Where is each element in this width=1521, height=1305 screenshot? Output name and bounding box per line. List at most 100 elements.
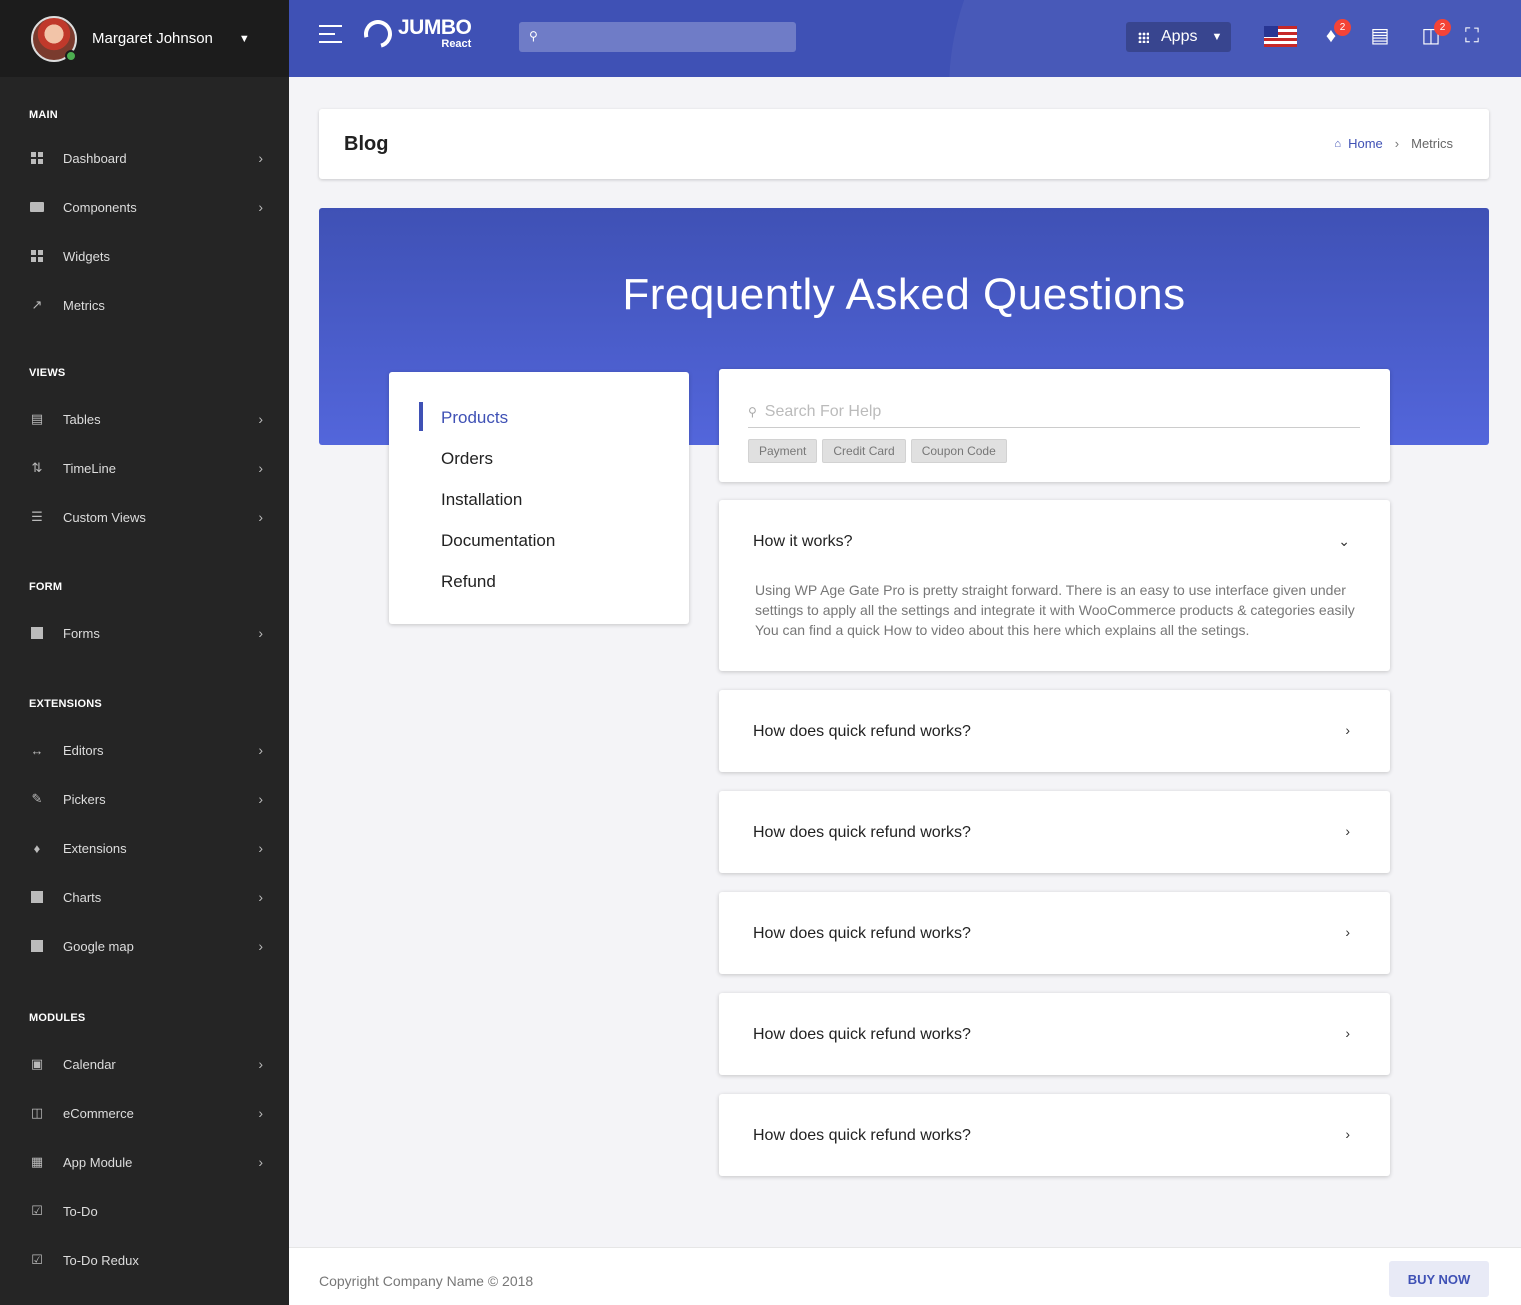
section-main: MAIN [29, 109, 58, 121]
sidebar-item-label: Charts [63, 889, 102, 905]
faq-item[interactable]: How does quick refund works? › [719, 892, 1390, 974]
breadcrumb-home-label: Home [1348, 136, 1383, 151]
sidebar-item-extensions[interactable]: ♦ Extensions › [0, 833, 289, 863]
faq-question[interactable]: How does quick refund works? [753, 1127, 971, 1145]
chevron-right-icon: › [258, 1105, 263, 1121]
app-module-icon: ▦ [30, 1154, 44, 1169]
chevron-right-icon: › [258, 938, 263, 954]
dashboard-icon [29, 150, 45, 166]
menu-icon[interactable] [319, 25, 342, 43]
category-documentation[interactable]: Documentation [441, 531, 555, 551]
tag-chip[interactable]: Coupon Code [910, 439, 1007, 463]
chevron-right-icon: › [258, 791, 263, 807]
sidebar-item-tables[interactable]: ▤ Tables › [0, 404, 289, 434]
buy-now-button[interactable]: BUY NOW [1389, 1261, 1489, 1297]
sidebar-item-editors[interactable]: ↔ Editors › [0, 735, 289, 765]
chevron-right-icon[interactable]: › [1345, 823, 1350, 839]
sidebar-item-google-map[interactable]: Google map › [0, 931, 289, 961]
search-icon: ⚲ [748, 405, 757, 419]
chevron-right-icon: › [1394, 136, 1400, 151]
section-extensions: EXTENSIONS [29, 698, 102, 710]
category-installation[interactable]: Installation [441, 490, 522, 510]
sidebar-item-label: Forms [63, 625, 100, 641]
chevron-down-icon[interactable]: ⌄ [1338, 533, 1350, 550]
cart-icon[interactable]: ◫ 2 [1419, 19, 1451, 48]
tag-chip[interactable]: Payment [748, 439, 818, 463]
copyright-text: Copyright Company Name © 2018 [319, 1273, 534, 1289]
folder-icon [29, 199, 45, 215]
footer: Copyright Company Name © 2018 BUY NOW [289, 1247, 1521, 1305]
help-search-input[interactable] [764, 403, 1325, 421]
sidebar-item-todo[interactable]: ☑ To-Do [0, 1196, 289, 1226]
calendar-icon: ▣ [30, 1056, 44, 1071]
faq-heading: Frequently Asked Questions [622, 270, 1186, 319]
faq-question[interactable]: How does quick refund works? [753, 723, 971, 741]
sidebar-item-ecommerce[interactable]: ◫ eCommerce › [0, 1098, 289, 1128]
sidebar-item-label: eCommerce [63, 1105, 134, 1121]
sidebar-item-label: Extensions [63, 840, 127, 856]
sidebar-item-label: Components [63, 199, 137, 215]
code-icon: ↔ [30, 742, 44, 758]
brush-icon: ✎ [31, 791, 43, 806]
faq-item[interactable]: How does quick refund works? › [719, 993, 1390, 1075]
sidebar-item-app-module[interactable]: ▦ App Module › [0, 1147, 289, 1177]
faq-question[interactable]: How it works? [753, 533, 853, 551]
category-refund[interactable]: Refund [441, 572, 496, 592]
bell-icon[interactable]: ♦ 2 [1319, 19, 1351, 48]
map-icon [29, 938, 45, 954]
checkbox-icon: ☑ [31, 1252, 43, 1267]
tag-chip[interactable]: Credit Card [822, 439, 906, 463]
sidebar-item-timeline[interactable]: ⇅ TimeLine › [0, 453, 289, 483]
puzzle-icon: ♦ [33, 840, 41, 856]
faq-question[interactable]: How does quick refund works? [753, 1026, 971, 1044]
faq-item[interactable]: How it works? ⌄ Using WP Age Gate Pro is… [719, 500, 1390, 671]
sidebar-item-custom-views[interactable]: ☰ Custom Views › [0, 502, 289, 532]
faq-item[interactable]: How does quick refund works? › [719, 791, 1390, 873]
active-indicator [419, 402, 423, 431]
sidebar-item-widgets[interactable]: Widgets [0, 241, 289, 271]
sidebar-item-label: Tables [63, 411, 101, 427]
faq-item[interactable]: How does quick refund works? › [719, 690, 1390, 772]
logo[interactable]: JUMBO React [358, 14, 472, 53]
sidebar-item-components[interactable]: Components › [0, 192, 289, 222]
us-flag-icon[interactable] [1264, 26, 1297, 47]
table-icon: ▤ [30, 411, 44, 426]
chevron-right-icon[interactable]: › [1345, 1025, 1350, 1041]
breadcrumb-home[interactable]: ⌂ Home [1334, 136, 1382, 151]
chevron-right-icon: › [258, 509, 263, 525]
fullscreen-icon[interactable]: ⛶ [1460, 24, 1484, 48]
help-search-field[interactable]: ⚲ [748, 397, 1360, 428]
breadcrumb-current: Metrics [1411, 136, 1453, 151]
sidebar-item-label: Widgets [63, 248, 110, 264]
sidebar-item-forms[interactable]: Forms › [0, 618, 289, 648]
sidebar-item-calendar[interactable]: ▣ Calendar › [0, 1049, 289, 1079]
apps-button[interactable]: Apps ▼ [1126, 22, 1231, 52]
chevron-right-icon[interactable]: › [1345, 722, 1350, 738]
chevron-right-icon: › [258, 625, 263, 641]
sidebar-item-charts[interactable]: Charts › [0, 882, 289, 912]
avatar[interactable] [31, 15, 77, 62]
chevron-right-icon[interactable]: › [1345, 924, 1350, 940]
notification-badge: 2 [1334, 19, 1351, 36]
sidebar-item-metrics[interactable]: ↗ Metrics [0, 290, 289, 320]
chevron-right-icon: › [258, 460, 263, 476]
chevron-right-icon: › [258, 150, 263, 166]
sidebar-item-pickers[interactable]: ✎ Pickers › [0, 784, 289, 814]
help-search-card: ⚲ Payment Credit Card Coupon Code [719, 369, 1390, 482]
list-icon: ☰ [31, 509, 43, 524]
chevron-right-icon: › [258, 1056, 263, 1072]
faq-question[interactable]: How does quick refund works? [753, 925, 971, 943]
chevron-right-icon: › [258, 742, 263, 758]
faq-item[interactable]: How does quick refund works? › [719, 1094, 1390, 1176]
category-products[interactable]: Products [441, 408, 508, 428]
category-orders[interactable]: Orders [441, 449, 493, 469]
faq-question[interactable]: How does quick refund works? [753, 824, 971, 842]
header-search-input[interactable]: ⚲ [519, 22, 796, 52]
chevron-down-icon: ▼ [1211, 31, 1223, 43]
chat-icon[interactable]: ▤ [1368, 24, 1392, 48]
user-panel[interactable]: Margaret Johnson ▼ [0, 0, 289, 77]
chevron-down-icon[interactable]: ▼ [239, 33, 250, 45]
sidebar-item-todo-redux[interactable]: ☑ To-Do Redux [0, 1245, 289, 1275]
chevron-right-icon[interactable]: › [1345, 1126, 1350, 1142]
sidebar-item-dashboard[interactable]: Dashboard › [0, 143, 289, 173]
